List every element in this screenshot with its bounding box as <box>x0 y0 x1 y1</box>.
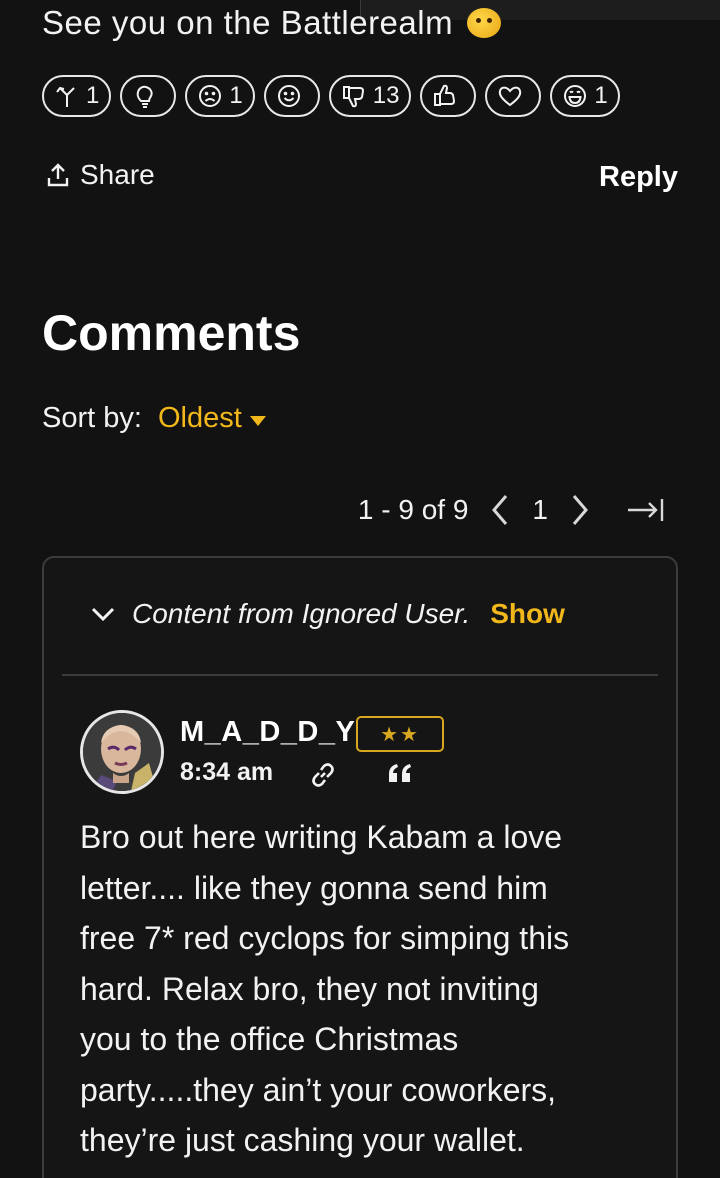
comment-line: they’re just cashing your wallet. <box>80 1122 525 1158</box>
previous-page-button[interactable] <box>490 493 510 527</box>
avatar[interactable] <box>80 710 164 794</box>
sort-value: Oldest <box>157 402 242 434</box>
comment-line: party.....they ain’t your coworkers, <box>80 1071 557 1108</box>
reaction-like-button[interactable] <box>420 75 477 117</box>
reaction-idea-button[interactable] <box>120 75 177 117</box>
comment-line: hard. Relax bro, they not inviting <box>80 970 539 1007</box>
next-page-button[interactable] <box>570 493 590 527</box>
comment-line: Bro out here writing Kabam a love <box>80 819 563 855</box>
thumbs-down-icon <box>342 86 364 108</box>
pagination-range: 1 - 9 of 9 <box>357 494 469 525</box>
chevron-down-icon <box>91 607 115 622</box>
reply-button[interactable]: Reply <box>599 161 678 194</box>
comment-line: free 7* red cyclops for simping this <box>80 920 570 956</box>
reaction-count: 1 <box>229 82 243 109</box>
pagination: 1 - 9 of 9 1 <box>358 488 666 532</box>
post-text-line: See you on the Battlerealm <box>42 4 454 41</box>
comments-heading: Comments <box>42 305 301 361</box>
smile-face-icon <box>277 85 300 107</box>
ignored-content-row[interactable]: Content from Ignored User. Show <box>90 598 565 630</box>
thumbs-up-icon <box>434 84 456 106</box>
sort-control: Sort by: Oldest <box>42 402 266 435</box>
reaction-count: 13 <box>372 82 400 109</box>
share-label: Share <box>80 159 155 190</box>
sort-dropdown[interactable]: Oldest <box>158 402 266 435</box>
arrow-to-end-icon <box>628 499 664 521</box>
divider <box>62 674 658 676</box>
sort-label: Sort by: <box>42 402 142 434</box>
comment-card: Content from Ignored User. Show M_A_D_D_… <box>42 556 678 1178</box>
avatar-image <box>83 713 161 791</box>
reaction-sad-button[interactable]: 1 <box>185 75 255 117</box>
chevron-right-icon <box>572 495 588 525</box>
grin-face-icon <box>564 85 587 107</box>
reactions-bar: 1 1 13 1 <box>42 75 620 117</box>
reaction-count: 1 <box>594 82 608 109</box>
forum-page: See you on the Battlerealm 1 1 13 1 Shar… <box>0 0 720 1178</box>
comment-body: Bro out here writing Kabam a love letter… <box>80 812 660 1166</box>
quote-button[interactable] <box>386 758 416 793</box>
comment-line: you to the office Christmas <box>80 1021 459 1057</box>
partying-face-emoji-icon <box>467 8 502 38</box>
reaction-insightful-button[interactable]: 1 <box>42 75 112 117</box>
comment-username[interactable]: M_A_D_D_Y <box>180 716 355 749</box>
ignored-text: Content from Ignored User. <box>132 598 471 629</box>
comment-line: letter.... like they gonna send him <box>80 869 548 906</box>
permalink-button[interactable] <box>308 760 338 795</box>
lightbulb-icon <box>136 85 153 108</box>
caret-down-icon <box>249 415 266 426</box>
share-button[interactable]: Share <box>46 159 155 191</box>
current-page[interactable]: 1 <box>532 494 548 526</box>
quote-icon <box>389 764 411 782</box>
link-icon <box>312 763 334 787</box>
chevron-left-icon <box>492 495 508 525</box>
reaction-lol-button[interactable]: 1 <box>550 75 620 117</box>
post-text-tail: See you on the Battlerealm <box>42 4 502 42</box>
arrow-fork-icon <box>56 86 75 107</box>
reaction-disagree-button[interactable]: 13 <box>328 75 412 117</box>
reaction-love-button[interactable] <box>485 75 542 117</box>
comment-time[interactable]: 8:34 am <box>180 758 273 787</box>
reaction-smile-button[interactable] <box>263 75 320 117</box>
last-page-button[interactable] <box>626 495 666 525</box>
heart-icon <box>499 86 522 107</box>
rank-badge: ★★ <box>356 716 444 752</box>
frown-face-icon <box>199 85 222 107</box>
share-upload-icon <box>47 163 69 187</box>
reaction-count: 1 <box>86 82 100 109</box>
show-ignored-link[interactable]: Show <box>490 598 565 630</box>
